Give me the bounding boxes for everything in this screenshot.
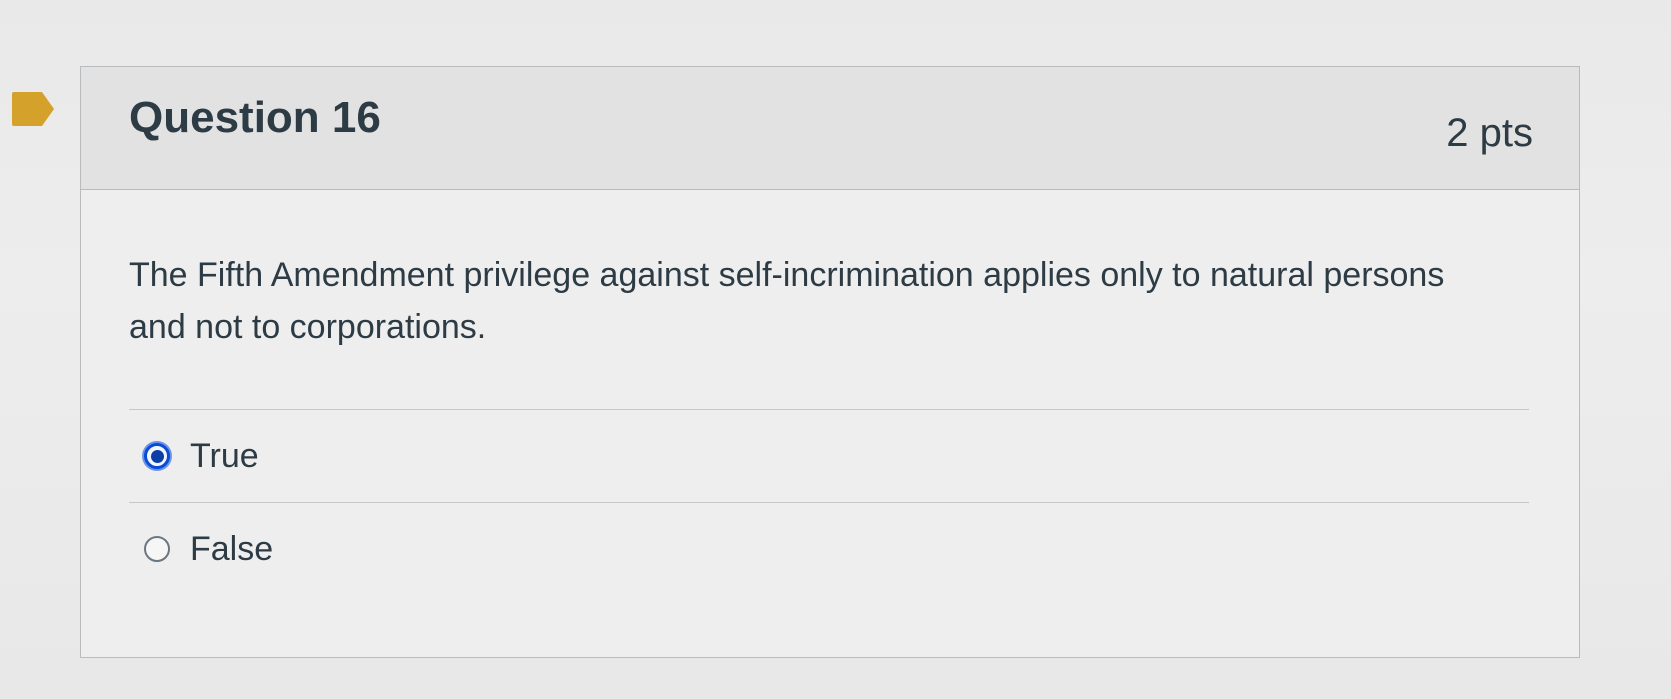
answer-true[interactable]: True: [129, 410, 1529, 502]
answer-list: True False: [129, 409, 1529, 595]
quiz-page: Question 16 2 pts The Fifth Amendment pr…: [0, 0, 1671, 699]
answer-label-false: False: [190, 529, 274, 568]
answer-false[interactable]: False: [129, 503, 1529, 595]
radio-false[interactable]: [144, 536, 170, 562]
flag-icon: [12, 92, 54, 126]
question-text: The Fifth Amendment privilege against se…: [129, 256, 1445, 346]
question-points: 2 pts: [1446, 111, 1533, 155]
question-card: Question 16 2 pts The Fifth Amendment pr…: [80, 66, 1580, 658]
question-title: Question 16: [129, 93, 381, 142]
radio-selected-dot: [150, 449, 164, 463]
flag-question-icon[interactable]: [10, 90, 56, 128]
answer-label-true: True: [190, 436, 259, 475]
radio-true[interactable]: [144, 443, 170, 469]
question-header: Question 16 2 pts: [81, 67, 1579, 190]
